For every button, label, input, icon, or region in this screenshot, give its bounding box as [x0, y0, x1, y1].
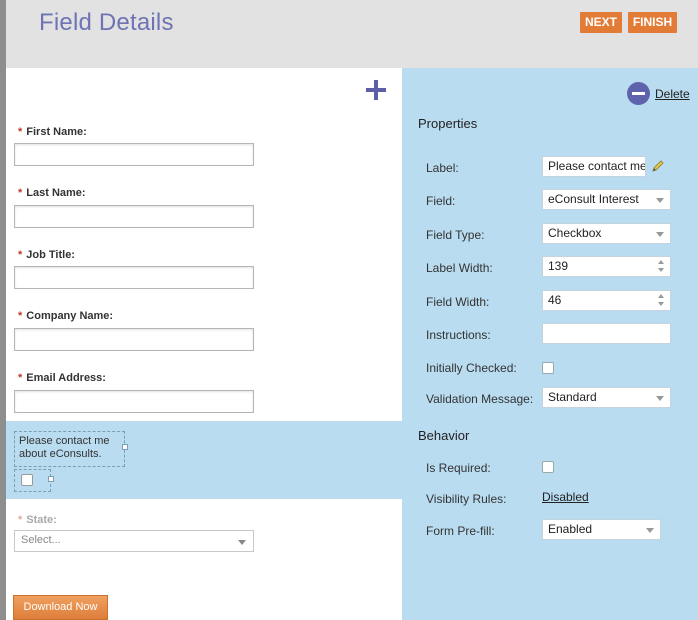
- behavior-heading: Behavior: [418, 428, 470, 443]
- field-type-select[interactable]: Checkbox: [542, 223, 671, 244]
- download-now-button[interactable]: Download Now: [13, 595, 108, 620]
- chevron-down-icon: [238, 540, 246, 545]
- select-value: Enabled: [548, 522, 593, 536]
- header: Field Details NEXT FINISH: [6, 0, 698, 68]
- initially-checked-label: Initially Checked:: [426, 361, 517, 375]
- required-marker: *: [18, 372, 23, 384]
- field-type-label: Field Type:: [426, 228, 485, 242]
- validation-message-label: Validation Message:: [426, 392, 534, 406]
- label-property-input[interactable]: Please contact me: [542, 156, 646, 177]
- validation-message-select[interactable]: Standard: [542, 387, 671, 408]
- company-name-label: * Company Name:: [18, 310, 113, 322]
- is-required-label: Is Required:: [426, 461, 491, 475]
- pencil-icon[interactable]: [651, 159, 665, 173]
- chevron-down-icon: [646, 528, 654, 533]
- input-value: 139: [548, 259, 569, 273]
- label-line: about eConsults.: [19, 448, 102, 460]
- label-line: Please contact me: [19, 435, 110, 447]
- field-property-select[interactable]: eConsult Interest: [542, 189, 671, 210]
- chevron-down-icon: [656, 198, 664, 203]
- select-value: Standard: [548, 390, 597, 404]
- selected-field-label[interactable]: Please contact me about eConsults.: [14, 431, 125, 467]
- select-value: Checkbox: [548, 226, 602, 240]
- resize-handle[interactable]: [122, 444, 128, 450]
- field-property-label: Field:: [426, 194, 456, 208]
- field-label-text: Company Name:: [26, 310, 114, 322]
- field-label-text: State:: [26, 514, 57, 526]
- selected-field-row[interactable]: Please contact me about eConsults.: [6, 421, 402, 499]
- state-placeholder: Select...: [21, 534, 61, 546]
- selected-field-checkbox-area[interactable]: [14, 469, 51, 492]
- email-address-label: * Email Address:: [18, 372, 106, 384]
- field-label-text: First Name:: [26, 126, 87, 138]
- field-label-text: Email Address:: [26, 372, 106, 384]
- field-width-label: Field Width:: [426, 295, 490, 309]
- page-title: Field Details: [39, 9, 174, 36]
- minus-circle-icon[interactable]: [627, 82, 650, 105]
- spinner-icon[interactable]: [658, 293, 665, 308]
- required-marker: *: [18, 187, 23, 199]
- properties-panel: Delete Properties Label: Please contact …: [402, 68, 698, 620]
- company-name-input[interactable]: [14, 328, 254, 351]
- label-property-label: Label:: [426, 161, 459, 175]
- field-width-input[interactable]: 46: [542, 290, 671, 311]
- is-required-checkbox[interactable]: [542, 461, 554, 473]
- instructions-input[interactable]: [542, 323, 671, 344]
- job-title-input[interactable]: [14, 266, 254, 289]
- input-value: 46: [548, 293, 562, 307]
- delete-link[interactable]: Delete: [655, 87, 690, 101]
- required-marker: *: [18, 126, 23, 138]
- visibility-rules-label: Visibility Rules:: [426, 492, 507, 506]
- plus-icon[interactable]: [366, 80, 386, 100]
- resize-handle[interactable]: [48, 476, 54, 482]
- chevron-down-icon: [656, 396, 664, 401]
- visibility-rules-link[interactable]: Disabled: [542, 490, 589, 504]
- initially-checked-checkbox[interactable]: [542, 362, 554, 374]
- checkbox[interactable]: [21, 474, 33, 486]
- state-select[interactable]: Select...: [14, 530, 254, 552]
- next-button[interactable]: NEXT: [580, 12, 622, 33]
- required-marker: *: [18, 249, 23, 261]
- form-prefill-select[interactable]: Enabled: [542, 519, 661, 540]
- spinner-icon[interactable]: [658, 259, 665, 274]
- state-label: * State:: [18, 514, 57, 526]
- field-label-text: Last Name:: [26, 187, 86, 199]
- chevron-down-icon: [656, 232, 664, 237]
- label-width-input[interactable]: 139: [542, 256, 671, 277]
- required-marker: *: [18, 514, 23, 526]
- job-title-label: * Job Title:: [18, 249, 75, 261]
- properties-heading: Properties: [418, 116, 478, 131]
- label-width-label: Label Width:: [426, 261, 493, 275]
- finish-button[interactable]: FINISH: [628, 12, 677, 33]
- form-prefill-label: Form Pre-fill:: [426, 524, 495, 538]
- last-name-label: * Last Name:: [18, 187, 86, 199]
- form-canvas: * First Name: * Last Name: * Job Title: * Co…: [6, 68, 402, 620]
- required-marker: *: [18, 310, 23, 322]
- first-name-input[interactable]: [14, 143, 254, 166]
- email-address-input[interactable]: [14, 390, 254, 413]
- instructions-label: Instructions:: [426, 328, 491, 342]
- field-label-text: Job Title:: [26, 249, 75, 261]
- last-name-input[interactable]: [14, 205, 254, 228]
- select-value: eConsult Interest: [548, 192, 639, 206]
- first-name-label: * First Name:: [18, 126, 87, 138]
